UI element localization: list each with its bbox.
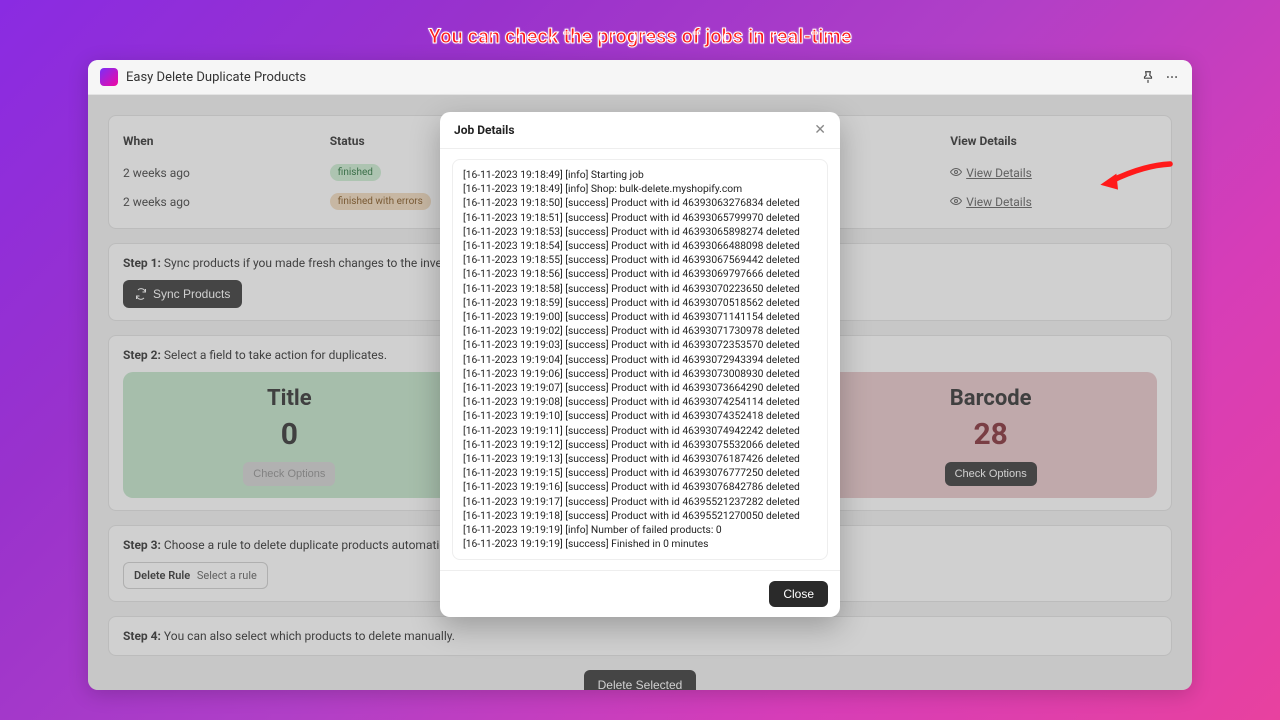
sync-icon [135,288,147,300]
job-log: [16-11-2023 19:18:49] [info] Starting jo… [452,159,828,560]
card-count: 0 [133,417,446,452]
eye-icon [950,195,962,207]
step4-panel: Step 4: You can also select which produc… [108,616,1172,656]
status-badge: finished with errors [330,193,431,210]
delete-selected-button[interactable]: Delete Selected [584,670,697,690]
view-details-link[interactable]: View Details [950,195,1032,209]
check-options-button[interactable]: Check Options [945,462,1037,486]
more-icon[interactable] [1164,69,1180,85]
card-title: Title [133,386,446,411]
modal-title: Job Details [454,123,515,137]
card-title: Barcode [834,386,1147,411]
titlebar: Easy Delete Duplicate Products [88,60,1192,95]
close-icon[interactable]: ✕ [814,122,826,138]
job-when: 2 weeks ago [123,195,330,209]
job-details-modal: Job Details ✕ [16-11-2023 19:18:49] [inf… [440,112,840,617]
status-badge: finished [330,164,381,181]
close-button[interactable]: Close [769,581,828,607]
sync-products-button[interactable]: Sync Products [123,280,242,308]
app-icon [100,68,118,86]
card-count: 28 [834,417,1147,452]
field-card-barcode[interactable]: Barcode 28 Check Options [824,372,1157,498]
field-card-title[interactable]: Title 0 Check Options [123,372,456,498]
check-options-button[interactable]: Check Options [243,462,335,486]
eye-icon [950,166,962,178]
view-details-link[interactable]: View Details [950,166,1032,180]
app-title: Easy Delete Duplicate Products [126,70,306,85]
step4-label: Step 4: You can also select which produc… [123,629,1157,643]
pin-icon[interactable] [1140,69,1156,85]
delete-rule-select[interactable]: Delete Rule Select a rule [123,562,268,589]
promo-banner: You can check the progress of jobs in re… [0,24,1280,48]
job-when: 2 weeks ago [123,166,330,180]
col-view: View Details [950,134,1157,148]
col-when: When [123,134,330,148]
